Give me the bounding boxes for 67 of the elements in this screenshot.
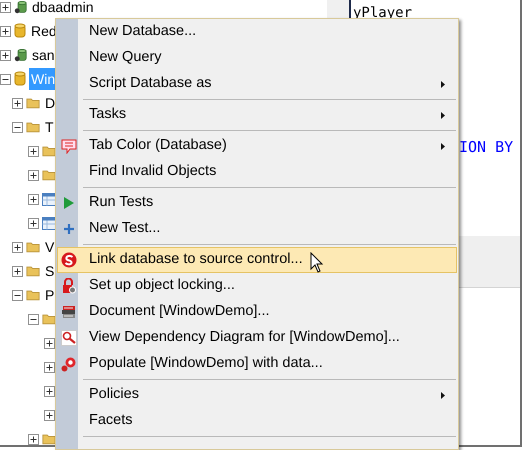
expand-toggle[interactable]: [44, 410, 55, 420]
menu-item[interactable]: Script Database as: [57, 71, 457, 97]
books-icon: [60, 304, 76, 320]
menu-item[interactable]: Tab Color (Database): [57, 133, 457, 159]
expand-toggle[interactable]: [0, 26, 11, 36]
menu-item[interactable]: New Test...: [57, 216, 457, 242]
folder-icon: [26, 121, 40, 133]
menu-item[interactable]: Policies: [57, 382, 457, 408]
folder-icon: [42, 433, 56, 445]
tree-item[interactable]: V: [43, 236, 56, 258]
expand-toggle[interactable]: [12, 290, 23, 300]
expand-toggle[interactable]: [44, 338, 55, 348]
expand-toggle[interactable]: [28, 218, 39, 228]
tree-item[interactable]: T: [43, 116, 56, 138]
magnifier-icon: [60, 330, 76, 346]
padlock-gear-icon: [62, 278, 76, 294]
menu-item[interactable]: New Database...: [57, 19, 457, 45]
folder-icon: [26, 289, 40, 301]
database-icon: [14, 71, 26, 87]
menu-item[interactable]: View Dependency Diagram for [WindowDemo]...: [57, 325, 457, 351]
folder-icon: [26, 97, 40, 109]
table-icon: [42, 192, 56, 206]
expand-toggle[interactable]: [28, 146, 39, 156]
mouse-cursor-icon: [310, 252, 324, 274]
menu-item[interactable]: Populate [WindowDemo] with data...: [57, 351, 457, 377]
expand-toggle[interactable]: [12, 266, 23, 276]
tree-item[interactable]: D: [43, 92, 58, 114]
gear-icon: [61, 356, 76, 372]
expand-toggle[interactable]: [44, 362, 55, 372]
expand-toggle[interactable]: [0, 74, 11, 84]
expand-toggle[interactable]: [28, 434, 39, 444]
menu-item[interactable]: Facets: [57, 408, 457, 434]
database-icon: [14, 0, 27, 14]
tree-item[interactable]: P: [43, 284, 56, 306]
expand-toggle[interactable]: [0, 50, 11, 60]
menu-item[interactable]: Find Invalid Objects: [57, 159, 457, 185]
speech-bubble-icon: [60, 138, 76, 154]
folder-icon: [42, 169, 56, 181]
expand-toggle[interactable]: [12, 242, 23, 252]
tree-item[interactable]: S: [43, 260, 56, 282]
expand-toggle[interactable]: [0, 2, 11, 12]
expand-toggle[interactable]: [12, 122, 23, 132]
tree-item[interactable]: dbaadmin: [30, 0, 96, 18]
swoosh-logo-icon: [60, 252, 76, 268]
database-icon: [14, 23, 26, 39]
plus-icon: [64, 224, 74, 234]
keyword-text: ION BY: [459, 138, 514, 156]
table-icon: [42, 216, 56, 230]
expand-toggle[interactable]: [28, 194, 39, 204]
menu-item[interactable]: Set up object locking...: [57, 273, 457, 299]
folder-icon: [26, 241, 40, 253]
play-icon: [64, 197, 74, 209]
menu-item[interactable]: Document [WindowDemo]...: [57, 299, 457, 325]
expand-toggle[interactable]: [28, 170, 39, 180]
expand-toggle[interactable]: [28, 314, 39, 324]
database-icon: [14, 48, 27, 62]
menu-item[interactable]: Tasks: [57, 102, 457, 128]
folder-icon: [26, 265, 40, 277]
code-text: yPlayer: [353, 5, 412, 21]
folder-icon: [42, 145, 56, 157]
expand-toggle[interactable]: [12, 98, 23, 108]
menu-item[interactable]: Link database to source control...: [57, 247, 457, 273]
expand-toggle[interactable]: [44, 386, 55, 396]
folder-icon: [42, 313, 56, 325]
menu-item[interactable]: New Query: [57, 45, 457, 71]
tree-item[interactable]: san: [30, 44, 57, 66]
menu-item[interactable]: Run Tests: [57, 190, 457, 216]
